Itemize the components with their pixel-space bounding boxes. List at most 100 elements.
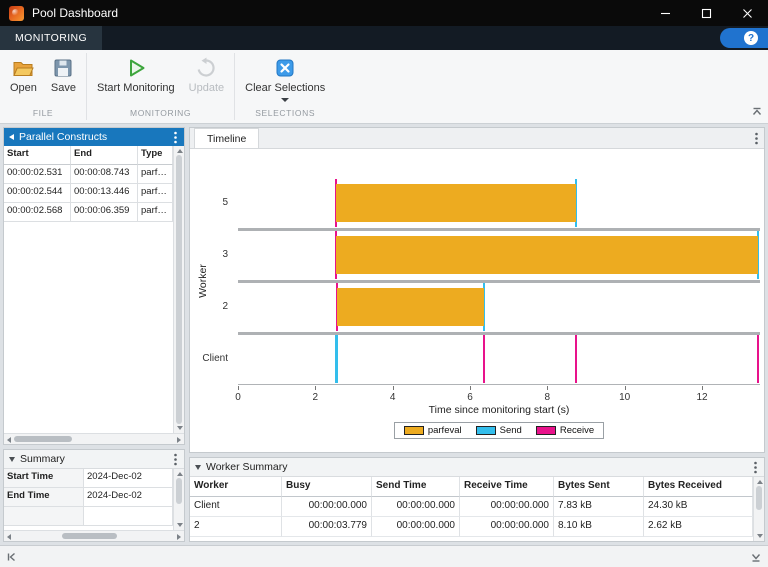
- x-tick-mark: [624, 386, 626, 390]
- matlab-logo-icon: [9, 5, 24, 21]
- scroll-down-arrow[interactable]: [176, 523, 183, 527]
- legend-label: parfeval: [427, 425, 462, 436]
- open-button-label: Open: [10, 82, 37, 94]
- window-controls: [645, 0, 768, 26]
- table-cell[interactable]: parfeval: [138, 203, 173, 222]
- vertical-scrollbar[interactable]: [173, 146, 184, 433]
- constructs-table: Start End Type 00:00:02.531 00:00:08.743…: [4, 146, 173, 222]
- clear-selections-button[interactable]: Clear Selections: [245, 57, 325, 102]
- scroll-right-arrow[interactable]: [177, 436, 181, 443]
- table-cell[interactable]: 2.62 kB: [644, 517, 753, 537]
- toolbar-section-monitoring: Start Monitoring Update MONITORING: [87, 50, 234, 123]
- parfeval-bar[interactable]: [335, 184, 577, 222]
- table-cell[interactable]: 24.30 kB: [644, 497, 753, 517]
- table-cell[interactable]: parfeval: [138, 184, 173, 203]
- send-event-line: [336, 335, 339, 383]
- collapse-left-panel-icon[interactable]: [6, 551, 18, 563]
- panel-menu-button[interactable]: [172, 453, 179, 466]
- table-cell[interactable]: 00:00:08.743: [71, 165, 138, 184]
- scroll-left-arrow[interactable]: [7, 436, 11, 443]
- collapse-panel-icon[interactable]: [9, 134, 14, 140]
- column-header-receive-time: Receive Time: [460, 477, 554, 497]
- clear-selections-label: Clear Selections: [245, 82, 326, 94]
- worker-summary-title: Worker Summary: [206, 461, 288, 473]
- toolbar-section-label-file: FILE: [32, 108, 54, 118]
- scroll-down-arrow[interactable]: [176, 426, 183, 430]
- start-monitoring-button[interactable]: Start Monitoring: [97, 57, 175, 94]
- horizontal-scrollbar[interactable]: [4, 530, 184, 541]
- vertical-scrollbar[interactable]: [753, 477, 764, 541]
- table-cell[interactable]: 00:00:13.446: [71, 184, 138, 203]
- table-cell[interactable]: 00:00:06.359: [71, 203, 138, 222]
- tab-timeline[interactable]: Timeline: [194, 128, 260, 148]
- maximize-icon: [701, 8, 712, 18]
- table-cell[interactable]: parfeval: [138, 165, 173, 184]
- collapse-bottom-panel-icon[interactable]: [750, 551, 762, 563]
- table-cell[interactable]: 00:00:00.000: [372, 517, 460, 537]
- parfeval-bar[interactable]: [336, 236, 758, 274]
- horizontal-scrollbar[interactable]: [4, 433, 184, 444]
- minimize-button[interactable]: [645, 0, 686, 26]
- table-cell[interactable]: Client: [190, 497, 282, 517]
- x-axis: 0 2 4 6 8 10 12: [235, 386, 760, 406]
- y-tick-labels: 5 3 2 Client: [190, 177, 234, 385]
- tab-monitoring[interactable]: MONITORING: [0, 26, 103, 50]
- table-cell[interactable]: 00:00:02.544: [4, 184, 71, 203]
- panel-menu-button[interactable]: [753, 132, 760, 145]
- scrollbar-thumb[interactable]: [176, 478, 182, 504]
- collapse-panel-icon[interactable]: [9, 456, 15, 462]
- y-tick-label: 2: [222, 301, 228, 312]
- scrollbar-thumb[interactable]: [62, 533, 117, 539]
- window-title: Pool Dashboard: [32, 6, 119, 20]
- save-button[interactable]: Save: [51, 57, 76, 94]
- legend-swatch: [535, 426, 556, 435]
- scroll-right-arrow[interactable]: [177, 533, 181, 540]
- table-cell[interactable]: 00:00:02.568: [4, 203, 71, 222]
- scroll-up-arrow[interactable]: [756, 480, 763, 484]
- parfeval-bar[interactable]: [337, 288, 484, 326]
- table-cell[interactable]: 00:00:00.000: [372, 497, 460, 517]
- table-cell[interactable]: 7.83 kB: [554, 497, 644, 517]
- start-monitoring-label: Start Monitoring: [97, 82, 175, 94]
- scroll-left-arrow[interactable]: [7, 533, 11, 540]
- summary-row-label: Start Time: [4, 469, 84, 488]
- scrollbar-thumb[interactable]: [756, 486, 762, 510]
- panel-menu-button[interactable]: [752, 461, 759, 474]
- chevron-down-bar-icon: [751, 553, 761, 562]
- collapse-ribbon-button[interactable]: [751, 107, 763, 120]
- table-cell[interactable]: 00:00:00.000: [460, 497, 554, 517]
- close-button[interactable]: [727, 0, 768, 26]
- save-icon: [54, 59, 72, 77]
- start-play-icon: [129, 59, 145, 77]
- table-cell[interactable]: 00:00:03.779: [282, 517, 372, 537]
- scrollbar-thumb[interactable]: [176, 155, 182, 424]
- panel-menu-button[interactable]: [172, 131, 179, 144]
- table-cell[interactable]: 00:00:02.531: [4, 165, 71, 184]
- table-cell[interactable]: 00:00:00.000: [282, 497, 372, 517]
- column-header-bytes-received: Bytes Received: [644, 477, 753, 497]
- legend-swatch: [403, 426, 424, 435]
- help-button[interactable]: ?: [720, 28, 768, 48]
- open-button[interactable]: Open: [10, 57, 37, 94]
- legend-item: Receive: [535, 425, 595, 436]
- column-header-end: End: [71, 146, 138, 165]
- legend-item: Send: [475, 425, 522, 436]
- y-tick-label: 5: [222, 197, 228, 208]
- parallel-constructs-panel: Parallel Constructs Start End Type 00:00…: [3, 127, 185, 445]
- status-bar: [0, 545, 768, 567]
- scroll-up-arrow[interactable]: [176, 149, 183, 153]
- update-button[interactable]: Update: [189, 57, 224, 94]
- maximize-button[interactable]: [686, 0, 727, 26]
- scrollbar-thumb[interactable]: [14, 436, 72, 442]
- x-tick-label: 12: [696, 392, 708, 403]
- table-cell[interactable]: 2: [190, 517, 282, 537]
- scroll-down-arrow[interactable]: [756, 534, 763, 538]
- vertical-scrollbar[interactable]: [173, 469, 184, 530]
- scroll-up-arrow[interactable]: [176, 472, 183, 476]
- table-cell[interactable]: 00:00:00.000: [460, 517, 554, 537]
- timeline-panel: Timeline Worker 5 3 2 Client 0 2 4 6 8 10 12 Time…: [189, 127, 765, 453]
- summary-row-label: End Time: [4, 488, 84, 507]
- table-cell[interactable]: 8.10 kB: [554, 517, 644, 537]
- collapse-panel-icon[interactable]: [195, 464, 201, 470]
- legend-label: Receive: [559, 425, 595, 436]
